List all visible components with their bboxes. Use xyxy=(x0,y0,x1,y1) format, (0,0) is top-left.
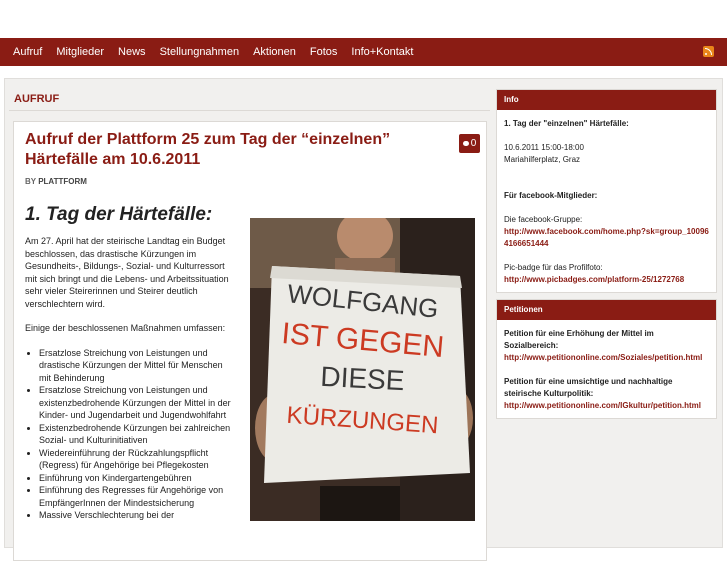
post-byline: BY PLATTFORM xyxy=(25,177,87,186)
petition-1-link[interactable]: http://www.petitiononline.com/Soziales/p… xyxy=(504,352,709,364)
petition-2-heading: Petition für eine umsichtige und nachhal… xyxy=(504,377,673,398)
list-item: Ersatzlose Streichung von Leistungen und… xyxy=(39,384,235,422)
nav-item-fotos[interactable]: Fotos xyxy=(303,46,345,58)
post-intro: Am 27. April hat der steirische Landtag … xyxy=(25,236,229,309)
post-heading: 1. Tag der Härtefälle: xyxy=(25,204,213,225)
list-item: Wiedereinführung der Rückzahlungspflicht… xyxy=(39,447,235,472)
main-navigation: Aufruf Mitglieder News Stellungnahmen Ak… xyxy=(0,38,727,66)
fb-group-label: Die facebook-Gruppe: xyxy=(504,215,583,224)
post-body: Am 27. April hat der steirische Landtag … xyxy=(25,235,235,522)
rss-icon[interactable] xyxy=(703,46,714,57)
info-date: 10.6.2011 15:00-18:00 xyxy=(504,143,584,152)
comment-count-badge[interactable]: 0 xyxy=(459,134,480,153)
info-widget-body: 1. Tag der "einzelnen" Härtefälle: 10.6.… xyxy=(497,110,716,292)
byline-prefix: BY xyxy=(25,177,36,186)
byline-author[interactable]: PLATTFORM xyxy=(38,177,87,186)
petition-2-link[interactable]: http://www.petitiononline.com/IGkultur/p… xyxy=(504,400,709,412)
measures-list: Ersatzlose Streichung von Leistungen und… xyxy=(25,347,235,522)
info-widget-title: Info xyxy=(497,90,716,110)
nav-item-info-kontakt[interactable]: Info+Kontakt xyxy=(344,46,420,58)
protest-photo-illustration: WOLFGANG IST GEGEN DIESE KÜRZUNGEN xyxy=(250,218,475,521)
nav-item-news[interactable]: News xyxy=(111,46,153,58)
comment-bubble-icon xyxy=(462,140,469,146)
fb-heading: Für facebook-Mitglieder: xyxy=(504,191,598,200)
info-place: Mariahilferplatz, Graz xyxy=(504,155,581,164)
nav-item-mitglieder[interactable]: Mitglieder xyxy=(49,46,111,58)
pic-badge-label: Pic-badge für das Profilfoto: xyxy=(504,263,603,272)
list-item: Existenzbedrohende Kürzungen bei zahlrei… xyxy=(39,422,235,447)
nav-item-aktionen[interactable]: Aktionen xyxy=(246,46,303,58)
pic-badge-link[interactable]: http://www.picbadges.com/platform-25/127… xyxy=(504,274,709,286)
petitions-widget: Petitionen Petition für eine Erhöhung de… xyxy=(496,299,717,419)
page-header xyxy=(0,0,727,38)
measures-intro: Einige der beschlossenen Maßnahmen umfas… xyxy=(25,323,226,333)
nav-item-aufruf[interactable]: Aufruf xyxy=(6,46,49,58)
list-item: Massive Verschlechterung bei der xyxy=(39,509,235,522)
petitions-widget-title: Petitionen xyxy=(497,300,716,320)
petitions-widget-body: Petition für eine Erhöhung der Mittel im… xyxy=(497,320,716,418)
main-column: AUFRUF Aufruf der Plattform 25 zum Tag d… xyxy=(9,85,490,561)
protest-photo: WOLFGANG IST GEGEN DIESE KÜRZUNGEN xyxy=(250,218,475,521)
nav-item-stellungnahmen[interactable]: Stellungnahmen xyxy=(153,46,247,58)
post: Aufruf der Plattform 25 zum Tag der “ein… xyxy=(13,121,487,561)
info-heading: 1. Tag der "einzelnen" Härtefälle: xyxy=(504,119,629,128)
petition-1-heading: Petition für eine Erhöhung der Mittel im… xyxy=(504,329,654,350)
list-item: Ersatzlose Streichung von Leistungen und… xyxy=(39,347,235,385)
post-title[interactable]: Aufruf der Plattform 25 zum Tag der “ein… xyxy=(25,130,425,170)
sign-line-3: DIESE xyxy=(320,361,406,396)
sidebar: Info 1. Tag der "einzelnen" Härtefälle: … xyxy=(496,89,717,425)
comment-count: 0 xyxy=(470,138,477,149)
page-content: AUFRUF Aufruf der Plattform 25 zum Tag d… xyxy=(4,78,723,561)
section-label: AUFRUF xyxy=(9,85,490,111)
list-item: Einführung des Regresses für Angehörige … xyxy=(39,484,235,509)
list-item: Einführung von Kindergartengebühren xyxy=(39,472,235,485)
info-widget: Info 1. Tag der "einzelnen" Härtefälle: … xyxy=(496,89,717,293)
fb-group-link[interactable]: http://www.facebook.com/home.php?sk=grou… xyxy=(504,226,709,250)
